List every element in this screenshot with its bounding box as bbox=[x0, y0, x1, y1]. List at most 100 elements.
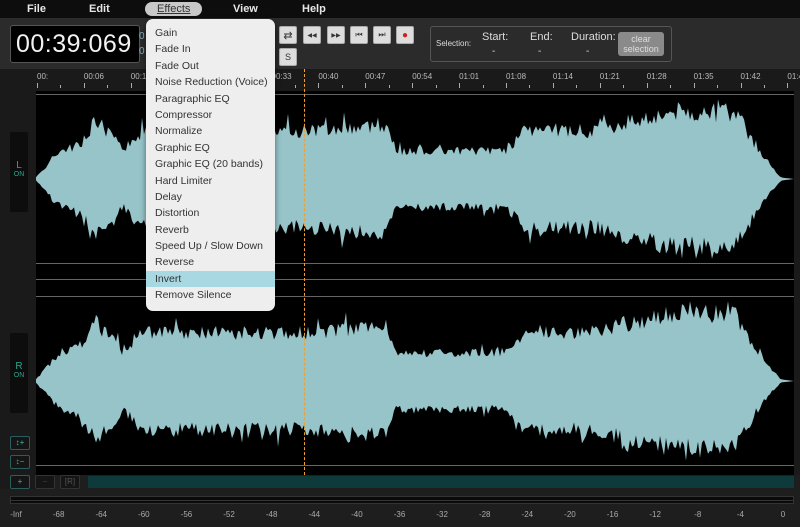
ruler-minor-tick bbox=[388, 85, 390, 88]
ruler-minor-tick bbox=[294, 85, 296, 88]
ruler-minor-tick bbox=[529, 85, 531, 88]
ruler-minor-tick bbox=[717, 85, 719, 88]
ruler-tick-label: 01:48 bbox=[787, 72, 800, 81]
menu-effects[interactable]: Effects bbox=[145, 2, 203, 16]
ruler-minor-tick bbox=[435, 85, 437, 88]
track-gutter: L ON R ON bbox=[0, 69, 36, 489]
meter-db-label: -4 bbox=[736, 510, 744, 519]
ruler-major-tick bbox=[37, 83, 38, 88]
meter-db-label: -40 bbox=[351, 510, 363, 519]
selection-end-label: End: bbox=[530, 31, 553, 43]
channel-right-letter: R bbox=[15, 361, 23, 372]
ruler-tick-label: 00: bbox=[37, 72, 49, 81]
horizontal-scrollbar[interactable] bbox=[88, 476, 794, 488]
loop-button[interactable]: ⇄ bbox=[279, 26, 297, 44]
record-button[interactable]: ● bbox=[396, 26, 414, 44]
skip-to-start-button[interactable]: ⏮ bbox=[350, 26, 368, 44]
meter-db-label: -20 bbox=[564, 510, 576, 519]
meter-db-label: -60 bbox=[138, 510, 150, 519]
rewind-button[interactable]: ◀◀ bbox=[303, 26, 321, 44]
horizontal-zoom-out-button[interactable]: − bbox=[35, 475, 55, 489]
effects-menu-item-noise-reduction-voice[interactable]: Noise Reduction (Voice) bbox=[146, 74, 275, 90]
zoom-reset-button[interactable]: [R] bbox=[60, 475, 80, 489]
effects-menu-item-remove-silence[interactable]: Remove Silence bbox=[146, 287, 275, 303]
meter-divider bbox=[11, 500, 793, 501]
ruler-major-tick bbox=[459, 83, 461, 88]
ruler-minor-tick bbox=[107, 85, 109, 88]
meter-db-label: -48 bbox=[265, 510, 278, 519]
ruler-minor-tick bbox=[576, 85, 578, 88]
skip-start-icon: ⏮ bbox=[355, 30, 363, 39]
ruler-tick-label: 01:01 bbox=[459, 72, 480, 81]
meter-db-label: -52 bbox=[223, 510, 235, 519]
effects-menu-item-fade-out[interactable]: Fade Out bbox=[146, 58, 275, 74]
horizontal-zoom-in-button[interactable]: + bbox=[10, 475, 30, 489]
ruler-major-tick bbox=[130, 83, 132, 88]
effects-menu-item-delay[interactable]: Delay bbox=[146, 189, 275, 205]
ruler-major-tick bbox=[599, 83, 601, 88]
selection-start-label: Start: bbox=[482, 31, 509, 43]
solo-label: S bbox=[284, 52, 291, 62]
effects-menu-item-normalize[interactable]: Normalize bbox=[146, 123, 275, 139]
effects-menu-item-reverse[interactable]: Reverse bbox=[146, 254, 275, 270]
solo-button[interactable]: S bbox=[279, 48, 297, 66]
effects-menu-item-distortion[interactable]: Distortion bbox=[146, 205, 275, 221]
clear-label-line2: selection bbox=[623, 44, 659, 54]
effects-menu-item-hard-limiter[interactable]: Hard Limiter bbox=[146, 173, 275, 189]
skip-to-end-button[interactable]: ⏭ bbox=[373, 26, 391, 44]
time-display: 00:39:069 bbox=[10, 25, 140, 63]
ruler-major-tick bbox=[787, 83, 789, 88]
meter-db-label: -64 bbox=[95, 510, 107, 519]
meter-db-label: -Inf bbox=[10, 510, 22, 519]
menu-view[interactable]: View bbox=[233, 2, 258, 16]
effects-menu-item-compressor[interactable]: Compressor bbox=[146, 107, 275, 123]
effects-menu-item-fade-in[interactable]: Fade In bbox=[146, 41, 275, 57]
selection-duration-value: - bbox=[586, 46, 590, 57]
ruler-tick-label: 00:40 bbox=[318, 72, 339, 81]
fast-forward-icon: ▶▶ bbox=[331, 32, 341, 39]
selection-label: Selection: bbox=[436, 39, 472, 48]
effects-menu-item-speed-up-slow-down[interactable]: Speed Up / Slow Down bbox=[146, 238, 275, 254]
meter-db-label: -8 bbox=[694, 510, 702, 519]
ruler-tick-label: 01:21 bbox=[599, 72, 620, 81]
channel-left-toggle[interactable]: L ON bbox=[10, 132, 28, 212]
menu-file[interactable]: File bbox=[27, 2, 46, 16]
meter-db-label: -68 bbox=[52, 510, 65, 519]
effects-menu-item-gain[interactable]: Gain bbox=[146, 25, 275, 41]
record-icon: ● bbox=[401, 29, 409, 41]
effects-menu-item-graphic-eq[interactable]: Graphic EQ bbox=[146, 140, 275, 156]
ruler-major-tick bbox=[740, 83, 742, 88]
playhead-cursor[interactable] bbox=[304, 69, 305, 475]
ruler-minor-tick bbox=[763, 85, 765, 88]
menu-edit[interactable]: Edit bbox=[89, 2, 110, 16]
channel-right-toggle[interactable]: R ON bbox=[10, 333, 28, 413]
effects-menu-item-paragraphic-eq[interactable]: Paragraphic EQ bbox=[146, 91, 275, 107]
clear-selection-button[interactable]: clear selection bbox=[618, 32, 664, 56]
fast-forward-button[interactable]: ▶▶ bbox=[327, 26, 345, 44]
ruler-minor-tick bbox=[623, 85, 625, 88]
effects-dropdown-menu: Gain Fade In Fade Out Noise Reduction (Voic… bbox=[146, 19, 275, 311]
rewind-icon: ◀◀ bbox=[307, 32, 317, 39]
ruler-major-tick bbox=[506, 83, 507, 88]
ruler-minor-tick bbox=[341, 85, 343, 88]
effects-menu-item-reverb[interactable]: Reverb bbox=[146, 222, 275, 238]
vertical-zoom-in-button[interactable]: ↕+ bbox=[10, 436, 30, 450]
level-meter bbox=[10, 496, 794, 504]
ruler-major-tick bbox=[646, 83, 648, 88]
meter-db-label: 0 bbox=[780, 510, 786, 519]
meter-db-label: -44 bbox=[308, 510, 321, 519]
ruler-tick-label: 00:47 bbox=[365, 72, 386, 81]
meter-db-label: -16 bbox=[606, 510, 619, 519]
selection-duration-label: Duration: bbox=[571, 31, 616, 43]
vertical-zoom-out-button[interactable]: ↕− bbox=[10, 455, 30, 469]
ruler-tick-label: 01:14 bbox=[552, 72, 573, 81]
meter-db-label: -32 bbox=[436, 510, 448, 519]
effects-menu-item-graphic-eq-20-bands[interactable]: Graphic EQ (20 bands) bbox=[146, 156, 275, 172]
ruler-tick-label: 00:06 bbox=[83, 72, 104, 81]
channel-left-state: ON bbox=[13, 171, 25, 178]
ruler-major-tick bbox=[318, 83, 320, 88]
menu-help[interactable]: Help bbox=[302, 2, 326, 16]
vertical-scrollbar[interactable] bbox=[794, 91, 800, 475]
effects-menu-item-invert[interactable]: Invert bbox=[146, 270, 275, 288]
menu-bar: File Edit Effects View Help bbox=[0, 0, 800, 18]
